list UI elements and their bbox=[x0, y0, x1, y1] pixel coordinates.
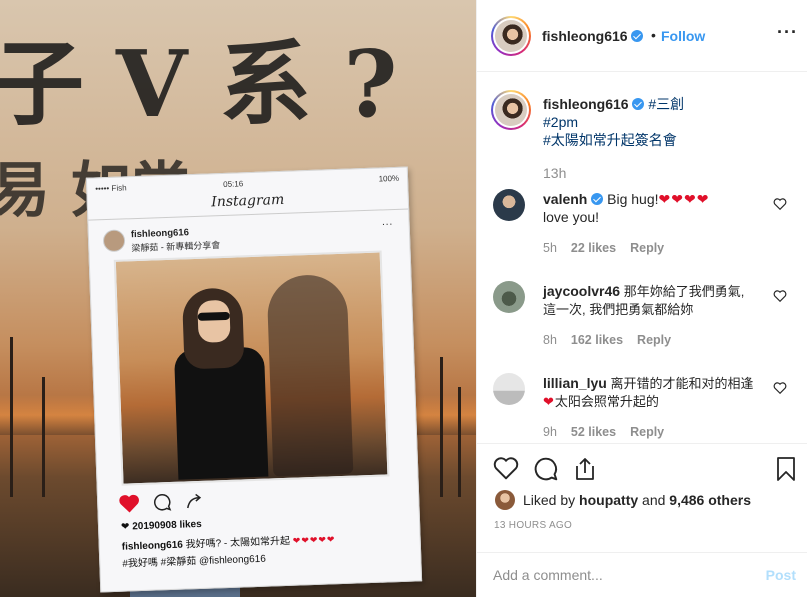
comment-username[interactable]: jaycoolvr46 bbox=[543, 283, 620, 299]
frame-action-icons bbox=[118, 490, 239, 516]
frame-carrier: ••••• Fish bbox=[95, 183, 127, 194]
follow-button[interactable]: Follow bbox=[661, 28, 705, 44]
frame-username: fishleong616 bbox=[130, 227, 190, 241]
bookmark-save-icon[interactable] bbox=[775, 456, 797, 482]
author-avatar[interactable] bbox=[491, 16, 531, 56]
comment-input[interactable] bbox=[493, 567, 743, 583]
comment-username[interactable]: valenh bbox=[543, 191, 587, 207]
more-options-icon[interactable]: ··· bbox=[777, 22, 798, 43]
instagram-photo-frame-prop: ••••• Fish 05:16 100% Instagram fishleon… bbox=[85, 166, 423, 593]
tree-silhouette bbox=[10, 337, 13, 497]
frame-heart-icon bbox=[119, 494, 139, 513]
reply-button[interactable]: Reply bbox=[637, 333, 671, 347]
hashtag-link[interactable]: #2pm bbox=[543, 114, 578, 130]
author-username[interactable]: fishleong616 bbox=[542, 28, 644, 44]
caption-username[interactable]: fishleong616 bbox=[543, 96, 629, 112]
tree-silhouette bbox=[458, 387, 461, 497]
frame-avatar bbox=[102, 229, 126, 253]
post-header: fishleong616 • Follow ··· bbox=[477, 0, 807, 72]
caption-text: fishleong616 #三創 #2pm #太陽如常升起簽名會 bbox=[543, 95, 793, 149]
post-comment-button[interactable]: Post bbox=[766, 567, 796, 583]
hashtag-link[interactable]: #太陽如常升起簽名會 bbox=[543, 132, 677, 148]
post-side-panel: fishleong616 • Follow ··· fishleong616 #… bbox=[476, 0, 807, 597]
frame-comment-icon bbox=[154, 494, 172, 511]
backdrop-calligraphy: 子 V 系 ? bbox=[0, 30, 398, 138]
separator-dot: • bbox=[651, 27, 656, 43]
post-actions: Liked by houpatty and 9,486 others 13 HO… bbox=[477, 443, 807, 597]
frame-caption-tags: #我好嗎 #梁靜茹 @fishleong616 bbox=[122, 553, 267, 570]
comment-avatar[interactable] bbox=[493, 189, 525, 221]
like-comment-heart-icon[interactable] bbox=[773, 197, 787, 211]
post-photo[interactable]: 子 V 系 ? 易 如常 ••••• Fish 05:16 100% Insta… bbox=[0, 0, 476, 597]
comment-text: jaycoolvr46 那年妳給了我們勇氣, 這一次, 我們把勇氣都給妳 bbox=[543, 283, 745, 317]
verified-badge-icon bbox=[591, 193, 604, 205]
frame-location: 梁靜茹 - 新專輯分享會 bbox=[131, 240, 221, 254]
comments-scroll-area[interactable]: fishleong616 #三創 #2pm #太陽如常升起簽名會 13h val… bbox=[477, 73, 807, 443]
liked-by-others-link[interactable]: 9,486 others bbox=[669, 492, 751, 508]
liked-by-user-link[interactable]: houpatty bbox=[579, 492, 638, 508]
frame-more-icon: ··· bbox=[381, 218, 393, 231]
comment-avatar[interactable] bbox=[493, 281, 525, 313]
woman-figure bbox=[156, 276, 283, 480]
caption-time: 13h bbox=[543, 165, 567, 181]
like-comment-heart-icon[interactable] bbox=[773, 289, 787, 303]
like-comment-heart-icon[interactable] bbox=[773, 381, 787, 395]
post-timestamp[interactable]: 13 HOURS AGO bbox=[494, 520, 572, 531]
frame-likes: ❤ 20190908 likes bbox=[120, 518, 202, 533]
verified-badge-icon bbox=[632, 98, 645, 110]
liked-by-text: Liked by houpatty and 9,486 others bbox=[523, 492, 752, 508]
verified-badge-icon bbox=[631, 30, 644, 42]
frame-clock: 05:16 bbox=[223, 179, 244, 189]
caption-avatar[interactable] bbox=[491, 90, 531, 130]
hashtag-link[interactable]: #三創 bbox=[648, 96, 684, 112]
comment-meta: 5h 22 likes Reply bbox=[543, 241, 665, 255]
frame-battery: 100% bbox=[378, 173, 400, 184]
sunglasses bbox=[197, 311, 230, 321]
comment-text: valenh Big hug!❤❤❤❤ love you! bbox=[543, 191, 710, 225]
share-upload-icon[interactable] bbox=[573, 456, 597, 482]
comment-meta: 9h 52 likes Reply bbox=[543, 425, 665, 439]
comment-composer: Post bbox=[477, 552, 807, 597]
comment-username[interactable]: lillian_lyu bbox=[543, 375, 607, 391]
reply-button[interactable]: Reply bbox=[630, 241, 664, 255]
tree-silhouette bbox=[42, 377, 45, 497]
tree-silhouette bbox=[440, 357, 443, 497]
frame-caption: fishleong616 我好嗎? - 太陽如常升起 ❤❤❤❤❤ bbox=[121, 534, 336, 553]
liked-by-avatar[interactable] bbox=[495, 490, 515, 510]
reply-button[interactable]: Reply bbox=[630, 425, 664, 439]
frame-photo-window bbox=[113, 250, 390, 486]
comment-bubble-icon[interactable] bbox=[533, 456, 559, 482]
frame-share-icon bbox=[187, 493, 202, 509]
comment-avatar[interactable] bbox=[493, 373, 525, 405]
like-heart-icon[interactable] bbox=[493, 456, 519, 480]
comment-text: lillian_lyu 离开错的才能和对的相逢 ❤太阳会照常升起的 bbox=[543, 375, 754, 409]
comment-meta: 8h 162 likes Reply bbox=[543, 333, 672, 347]
